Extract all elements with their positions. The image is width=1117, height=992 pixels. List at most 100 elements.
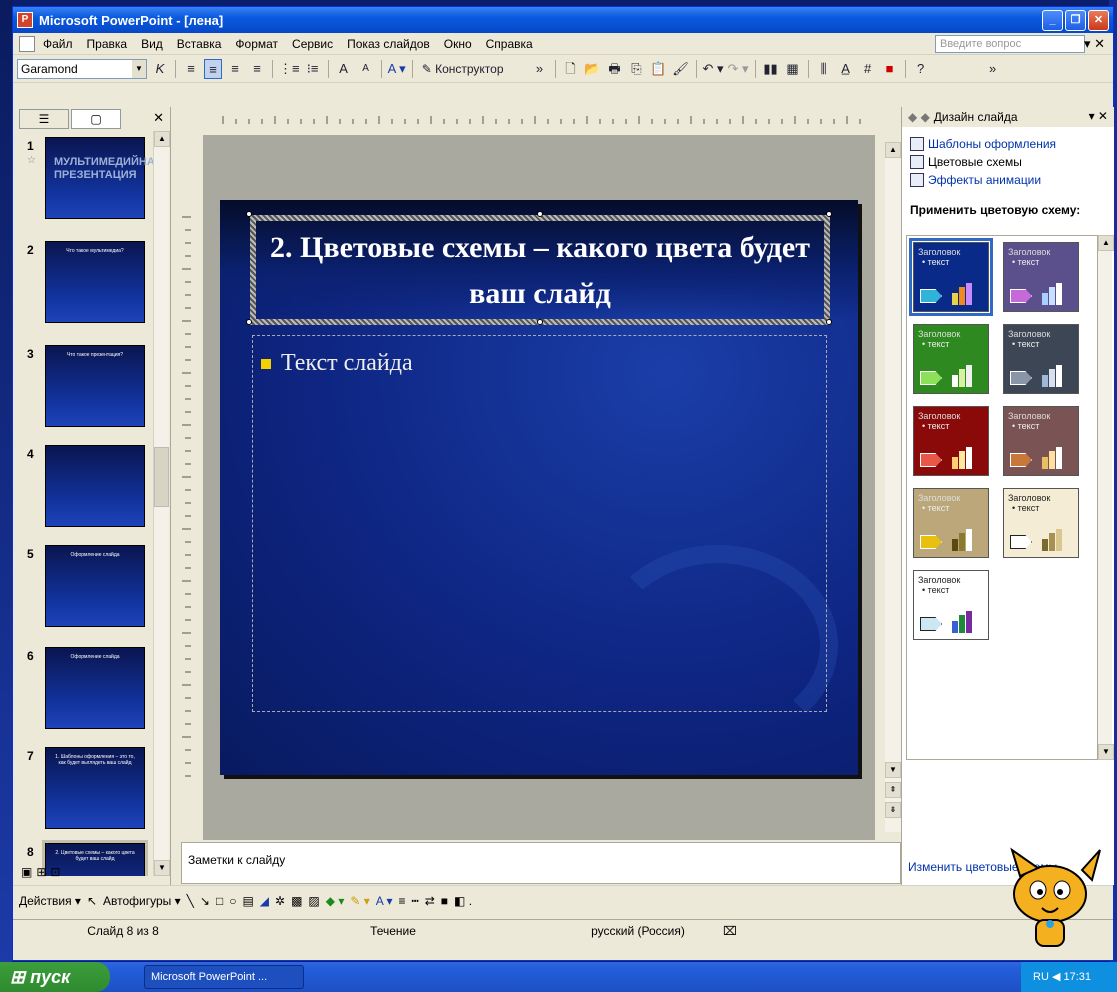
slide-scrollbar[interactable]: ▲ ▼ ⇞ ⇟ xyxy=(885,142,901,832)
scroll-down-icon[interactable]: ▼ xyxy=(1098,744,1114,760)
open-icon[interactable]: 📂 xyxy=(584,59,602,79)
slide-thumbnail[interactable]: 2 Что такое мультимедиа? xyxy=(19,241,149,331)
font-color-icon[interactable]: A ▾ xyxy=(388,59,406,79)
picture-icon[interactable]: ▨ xyxy=(308,894,319,908)
format-painter-icon[interactable]: 🖌 xyxy=(672,59,690,79)
design-templates-link[interactable]: Шаблоны оформления xyxy=(902,135,1114,153)
tab-slides[interactable]: ▢ xyxy=(71,109,121,129)
menu-view[interactable]: Вид xyxy=(141,37,163,51)
chart-icon[interactable]: ▮▮ xyxy=(762,59,780,79)
resize-handle[interactable] xyxy=(826,211,832,217)
oval-icon[interactable]: ○ xyxy=(229,894,236,908)
color-scheme-option[interactable]: Заголовок • текст xyxy=(1003,406,1079,476)
sorter-view-icon[interactable]: ⊞ xyxy=(36,865,46,879)
menu-help[interactable]: Справка xyxy=(486,37,533,51)
italic-icon[interactable]: K xyxy=(151,59,169,79)
decrease-font-icon[interactable]: A xyxy=(357,59,375,79)
3d-icon[interactable]: ◧ . xyxy=(454,894,472,908)
ask-question-input[interactable]: Введите вопрос xyxy=(935,35,1085,53)
color-scheme-option[interactable]: Заголовок • текст xyxy=(913,488,989,558)
scroll-up-icon[interactable]: ▲ xyxy=(1098,235,1114,251)
redo-icon[interactable]: ↷ ▾ xyxy=(728,59,749,79)
grid-icon[interactable]: # xyxy=(859,59,877,79)
normal-view-icon[interactable]: ▣ xyxy=(21,865,32,879)
line-style-icon[interactable]: ≡ xyxy=(398,894,405,908)
back-icon[interactable]: ◆ ◆ xyxy=(908,110,930,124)
slide-thumbnail[interactable]: 3 Что такое презентация? xyxy=(19,345,149,435)
notes-pane[interactable]: Заметки к слайду xyxy=(181,842,901,884)
fill-color-icon[interactable]: ◆ ▾ xyxy=(326,894,345,908)
close-doc-icon[interactable]: ▾ ✕ xyxy=(1084,36,1105,52)
spellcheck-icon[interactable]: ⌧ xyxy=(713,924,737,938)
close-pane-icon[interactable]: ✕ xyxy=(153,110,164,126)
shadow-icon[interactable]: ■ xyxy=(441,894,448,908)
scroll-down-icon[interactable]: ▼ xyxy=(154,860,170,876)
slide-thumbnail[interactable]: 1 ☆ МУЛЬТИМЕДИЙНАЯ ПРЕЗЕНТАЦИЯ xyxy=(19,137,153,227)
close-task-pane-icon[interactable]: ▾ ✕ xyxy=(1089,109,1108,123)
slide-thumbnail[interactable]: 5 Оформление слайда xyxy=(19,545,149,635)
dash-style-icon[interactable]: ┅ xyxy=(412,894,419,908)
copy-icon[interactable]: ⎘ xyxy=(628,59,646,79)
align-right-icon[interactable]: ≡ xyxy=(226,59,244,79)
actions-menu[interactable]: Действия ▾ xyxy=(19,894,81,908)
menu-insert[interactable]: Вставка xyxy=(177,37,222,51)
show-format-icon[interactable]: A̲ xyxy=(837,59,855,79)
tab-outline[interactable]: ☰ xyxy=(19,109,69,129)
slide-thumbnail[interactable]: 4 xyxy=(19,445,149,535)
toolbar-overflow-icon[interactable]: » xyxy=(984,59,1002,79)
align-left-icon[interactable]: ≡ xyxy=(182,59,200,79)
menu-format[interactable]: Формат xyxy=(235,37,278,51)
font-color-icon[interactable]: A ▾ xyxy=(376,894,393,908)
paste-icon[interactable]: 📋 xyxy=(650,59,668,79)
menu-tools[interactable]: Сервис xyxy=(292,37,333,51)
start-button[interactable]: ⊞ пуск xyxy=(0,962,110,992)
new-icon[interactable]: 🗋 xyxy=(562,59,580,79)
taskbar-powerpoint-item[interactable]: Microsoft PowerPoint ... xyxy=(144,965,304,989)
color-scheme-option[interactable]: Заголовок • текст xyxy=(1003,488,1079,558)
volume-icon[interactable]: ◀ xyxy=(1052,971,1060,983)
line-icon[interactable]: ╲ xyxy=(187,894,194,908)
color-scheme-option[interactable]: Заголовок • текст xyxy=(1003,242,1079,312)
bullet-item[interactable]: Текст слайда xyxy=(261,350,413,377)
scroll-up-icon[interactable]: ▲ xyxy=(154,131,170,147)
resize-handle[interactable] xyxy=(537,319,543,325)
color-schemes-link[interactable]: Цветовые схемы xyxy=(902,153,1114,171)
menu-file[interactable]: Файл xyxy=(43,37,73,51)
resize-handle[interactable] xyxy=(826,319,832,325)
arrow-style-icon[interactable]: ⇄ xyxy=(425,894,435,908)
align-center-icon[interactable]: ≡ xyxy=(204,58,222,79)
bullet-list-icon[interactable]: ⁝≡ xyxy=(304,59,322,79)
text-dir-icon[interactable]: ⫼ xyxy=(815,59,833,79)
color-scheme-option[interactable]: Заголовок • текст xyxy=(1003,324,1079,394)
textbox-icon[interactable]: ▤ xyxy=(242,894,253,908)
animation-effects-link[interactable]: Эффекты анимации xyxy=(902,171,1114,189)
restore-button[interactable]: ❐ xyxy=(1065,10,1086,31)
select-cursor-icon[interactable]: ↖ xyxy=(87,894,97,908)
task-pane-title[interactable]: Дизайн слайда xyxy=(934,110,1018,124)
slideshow-view-icon[interactable]: ⊡ xyxy=(50,865,60,879)
designer-button[interactable]: ✎ Конструктор xyxy=(419,59,507,79)
slide-canvas[interactable]: 2. Цветовые схемы – какого цвета будет в… xyxy=(220,200,858,775)
font-select[interactable]: Garamond ▼ xyxy=(17,58,147,79)
increase-font-icon[interactable]: A xyxy=(335,59,353,79)
color-scheme-option[interactable]: Заголовок • текст xyxy=(909,238,993,316)
arrow-icon[interactable]: ↘ xyxy=(200,894,210,908)
slide-title[interactable]: 2. Цветовые схемы – какого цвета будет в… xyxy=(256,221,824,317)
numbered-list-icon[interactable]: ⋮≡ xyxy=(279,59,300,79)
toolbar-overflow-icon[interactable]: » xyxy=(531,59,549,79)
scheme-scrollbar[interactable]: ▲ ▼ xyxy=(1098,235,1114,760)
thumbs-scrollbar[interactable]: ▲ ▼ xyxy=(153,131,170,876)
rectangle-icon[interactable]: □ xyxy=(216,894,223,908)
clipart-icon[interactable]: ▩ xyxy=(291,894,302,908)
scroll-thumb[interactable] xyxy=(154,447,169,507)
menu-slideshow[interactable]: Показ слайдов xyxy=(347,37,430,51)
justify-icon[interactable]: ≡ xyxy=(248,59,266,79)
slide-thumbnail[interactable]: 6 Оформление слайда xyxy=(19,647,149,737)
menu-edit[interactable]: Правка xyxy=(87,37,128,51)
language-indicator[interactable]: RU xyxy=(1033,971,1049,983)
line-color-icon[interactable]: ✎ ▾ xyxy=(350,894,369,908)
resize-handle[interactable] xyxy=(537,211,543,217)
help-icon[interactable]: ? xyxy=(912,59,930,79)
undo-icon[interactable]: ↶ ▾ xyxy=(703,59,724,79)
print-icon[interactable]: 🖶 xyxy=(606,59,624,79)
